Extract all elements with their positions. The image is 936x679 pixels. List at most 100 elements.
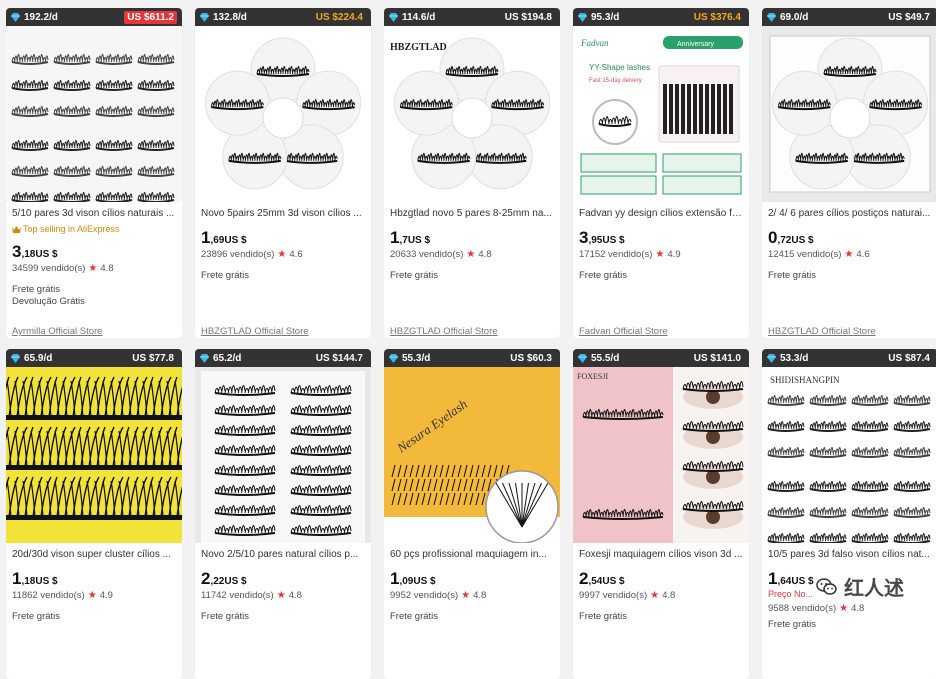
sales-per-day: 55.3/d (388, 353, 430, 364)
product-card[interactable]: 55.3/d US $60.3 Nesura Eyelash 60 pçs pr… (384, 349, 560, 679)
product-image[interactable]: Nesura Eyelash (384, 367, 560, 543)
shipping-text: Frete grátis (12, 284, 176, 296)
product-card[interactable]: 55.5/d US $141.0 FOXESJI Foxesji maquiag… (573, 349, 749, 679)
product-image-wrap[interactable]: SHIDISHANGPIN (762, 367, 936, 543)
shipping-text: Frete grátis (579, 270, 743, 282)
product-title[interactable]: 10/5 pares 3d falso vison cílios nat... (768, 548, 932, 561)
rating-value: 4.8 (289, 590, 302, 601)
shipping-text: Frete grátis (768, 619, 932, 631)
store-link[interactable]: HBZGTLAD Official Store (201, 326, 309, 337)
diamond-icon (766, 13, 777, 22)
stats-bar: 55.5/d US $141.0 (573, 349, 749, 367)
product-card[interactable]: 114.6/d US $194.8 HBZGTLAD Hbzgtlad novo… (384, 8, 560, 338)
product-image[interactable] (6, 367, 182, 543)
star-icon: ★ (277, 590, 286, 601)
sold-text: 23896 vendido(s) (201, 249, 274, 260)
watermark: 红人述 (816, 572, 904, 601)
product-image[interactable]: FadvanAnniversaryYY-Shape lashesFast 15-… (573, 26, 749, 202)
price-decimal: ,22 (210, 576, 224, 587)
product-image-wrap[interactable] (195, 26, 371, 202)
product-card[interactable]: 69.0/d US $49.7 2/ 4/ 6 pares cílios pos… (762, 8, 936, 338)
product-title[interactable]: Foxesji maquiagem cílios vison 3d ... (579, 548, 743, 561)
product-image[interactable] (762, 26, 936, 202)
product-card[interactable]: 65.9/d US $77.8 20d/30d vison super clus… (6, 349, 182, 679)
svg-text:Fadvan: Fadvan (580, 38, 609, 48)
price-currency: US $ (224, 235, 246, 246)
product-image[interactable] (195, 26, 371, 202)
diamond-icon (766, 354, 777, 363)
product-title[interactable]: Fadvan yy design cílios extensão fa... (579, 207, 743, 220)
product-price: 1,09US $ (390, 570, 554, 588)
product-title[interactable]: Hbzgtlad novo 5 pares 8-25mm na... (390, 207, 554, 220)
stats-bar: 65.9/d US $77.8 (6, 349, 182, 367)
sales-per-day: 192.2/d (10, 12, 58, 23)
sales-per-day: 69.0/d (766, 12, 808, 23)
sold-text: 12415 vendido(s) (768, 249, 841, 260)
store-link[interactable]: HBZGTLAD Official Store (768, 326, 876, 337)
product-image[interactable] (195, 367, 371, 543)
product-title[interactable]: Novo 5pairs 25mm 3d vison cílios ... (201, 207, 365, 220)
product-info: 2/ 4/ 6 pares cílios postiços naturai...… (768, 207, 932, 282)
sold-count: 9588 vendido(s) ★ 4.8 (768, 602, 932, 615)
product-image-wrap[interactable] (6, 367, 182, 543)
product-image[interactable]: FOXESJI (573, 367, 749, 543)
rating-value: 4.8 (473, 590, 486, 601)
product-card[interactable]: 95.3/d US $376.4 FadvanAnniversaryYY-Sha… (573, 8, 749, 338)
product-image-wrap[interactable]: FOXESJI (573, 367, 749, 543)
shipping-info: Frete grátis Devolução Grátis (12, 284, 176, 308)
store-link[interactable]: Ayrmilla Official Store (12, 326, 102, 337)
sold-count: 11862 vendido(s) ★ 4.9 (12, 589, 176, 602)
sold-text: 11862 vendido(s) (12, 590, 85, 601)
product-price: 2,54US $ (579, 570, 743, 588)
revenue-value: US $77.8 (129, 352, 177, 365)
sales-per-day-value: 55.3/d (402, 353, 430, 364)
store-link[interactable]: Fadvan Official Store (579, 326, 668, 337)
product-title[interactable]: Novo 2/5/10 pares natural cílios p... (201, 548, 365, 561)
product-price: 1,7US $ (390, 229, 554, 247)
product-card[interactable]: 132.8/d US $224.4 Novo 5pairs 25mm 3d vi… (195, 8, 371, 338)
product-card[interactable]: 65.2/d US $144.7 Novo 2/5/10 pares natur… (195, 349, 371, 679)
product-image-wrap[interactable]: Nesura Eyelash (384, 367, 560, 543)
product-title[interactable]: 60 pçs profissional maquiagem in... (390, 548, 554, 561)
product-card[interactable]: 53.3/d US $87.4 SHIDISHANGPIN 10/5 pares… (762, 349, 936, 679)
price-currency: US $ (35, 576, 57, 587)
product-title[interactable]: 5/10 pares 3d vison cílios naturais ... (12, 207, 176, 220)
shipping-info: Frete grátis (390, 611, 554, 623)
sales-per-day: 132.8/d (199, 12, 247, 23)
rating-value: 4.6 (856, 249, 869, 260)
revenue-value: US $194.8 (502, 11, 555, 24)
product-title[interactable]: 20d/30d vison super cluster cílios ... (12, 548, 176, 561)
product-card[interactable]: 192.2/d US $611.2 5/10 pares 3d vison cí… (6, 8, 182, 338)
price-currency: US $ (35, 249, 57, 260)
store-link[interactable]: HBZGTLAD Official Store (390, 326, 498, 337)
price-currency: US $ (791, 235, 813, 246)
revenue-value: US $611.2 (124, 11, 177, 24)
product-image-wrap[interactable]: FadvanAnniversaryYY-Shape lashesFast 15-… (573, 26, 749, 202)
product-image-wrap[interactable] (762, 26, 936, 202)
diamond-icon (199, 13, 210, 22)
product-image[interactable] (6, 26, 182, 202)
rating-value: 4.9 (100, 590, 113, 601)
sold-text: 34599 vendido(s) (12, 263, 85, 274)
product-image-wrap[interactable]: HBZGTLAD (384, 26, 560, 202)
star-icon: ★ (466, 249, 475, 260)
price-decimal: ,7 (399, 235, 407, 246)
stats-bar: 53.3/d US $87.4 (762, 349, 936, 367)
shipping-text: Frete grátis (12, 611, 176, 623)
price-currency: US $ (602, 235, 624, 246)
crown-icon (12, 225, 21, 233)
sold-text: 20633 vendido(s) (390, 249, 463, 260)
price-currency: US $ (791, 576, 813, 587)
revenue-value: US $376.4 (691, 11, 744, 24)
sold-count: 20633 vendido(s) ★ 4.8 (390, 248, 554, 261)
watermark-text: 红人述 (844, 572, 904, 601)
diamond-icon (388, 13, 399, 22)
sold-count: 11742 vendido(s) ★ 4.8 (201, 589, 365, 602)
product-image[interactable]: SHIDISHANGPIN (762, 367, 936, 543)
sales-per-day: 114.6/d (388, 12, 435, 23)
product-image[interactable]: HBZGTLAD (384, 26, 560, 202)
shipping-text: Frete grátis (201, 270, 365, 282)
product-image-wrap[interactable] (6, 26, 182, 202)
product-title[interactable]: 2/ 4/ 6 pares cílios postiços naturai... (768, 207, 932, 220)
product-image-wrap[interactable] (195, 367, 371, 543)
